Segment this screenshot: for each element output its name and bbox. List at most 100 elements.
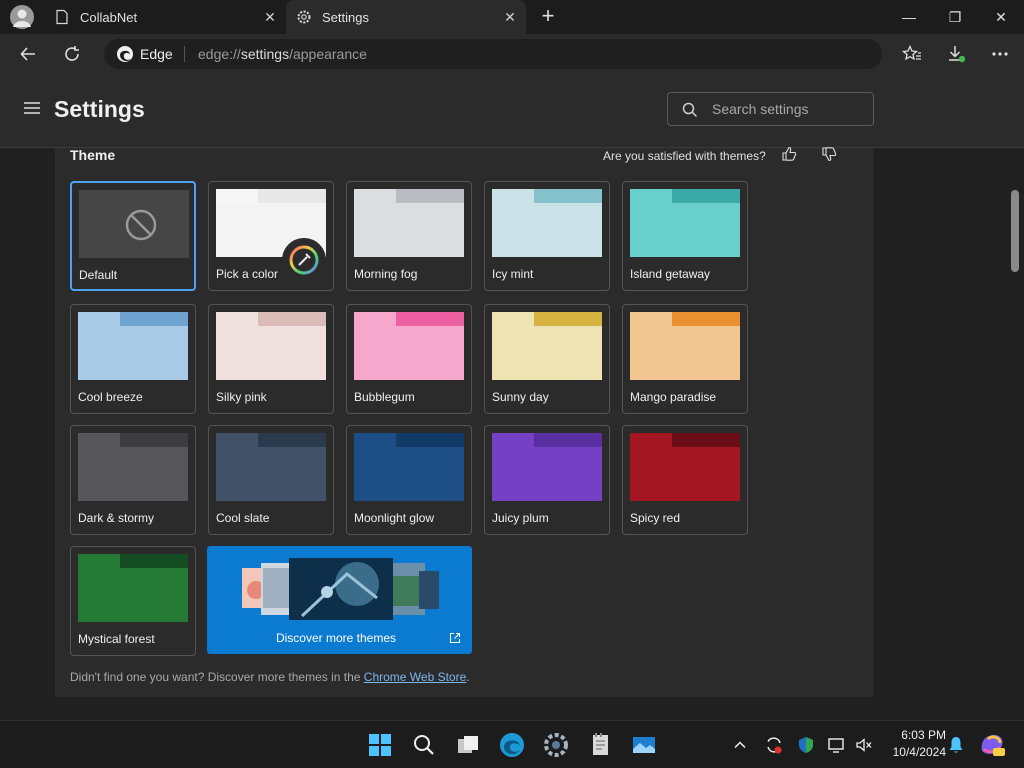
theme-tile[interactable]: Icy mint: [484, 181, 610, 291]
search-input[interactable]: [712, 101, 862, 117]
search-taskbar-icon[interactable]: [408, 729, 440, 761]
theme-tile[interactable]: Cool slate: [208, 425, 334, 535]
thumbs-up-icon[interactable]: [781, 146, 797, 162]
preview-tab: [79, 190, 121, 204]
minimize-button[interactable]: —: [886, 0, 932, 34]
theme-tile[interactable]: Mystical forest: [70, 546, 196, 656]
theme-label: Spicy red: [630, 511, 681, 525]
settings-taskbar-icon[interactable]: [540, 729, 572, 761]
theme-tile[interactable]: Silky pink: [208, 304, 334, 414]
theme-tile[interactable]: Default: [70, 181, 196, 291]
chevron-up-icon[interactable]: [732, 737, 748, 753]
maximize-button[interactable]: ❐: [932, 0, 978, 34]
theme-label: Silky pink: [216, 390, 267, 404]
theme-tile[interactable]: Mango paradise: [622, 304, 748, 414]
discover-more-themes-tile[interactable]: Discover more themes: [207, 546, 472, 654]
close-tab-icon[interactable]: ✕: [502, 9, 518, 25]
edge-label: Edge: [140, 46, 173, 62]
address-bar[interactable]: Edge edge://settings/appearance: [104, 39, 882, 69]
preview-tab: [492, 189, 534, 203]
favorites-icon: [901, 44, 921, 61]
edge-taskbar-icon[interactable]: [496, 729, 528, 761]
clock-date[interactable]: 10/4/2024: [880, 745, 946, 759]
tab-settings[interactable]: Settings ✕: [286, 0, 526, 34]
theme-tile[interactable]: Bubblegum: [346, 304, 472, 414]
color-picker-icon[interactable]: [281, 237, 327, 283]
theme-tile[interactable]: Dark & stormy: [70, 425, 196, 535]
close-window-button[interactable]: ✕: [978, 0, 1024, 34]
preview-tab: [354, 312, 396, 326]
preview-body: [492, 447, 602, 501]
windows-start-icon[interactable]: [364, 729, 396, 761]
theme-label: Default: [79, 268, 118, 282]
address-divider: [184, 46, 185, 62]
theme-label: Cool breeze: [78, 390, 143, 404]
theme-tile[interactable]: Spicy red: [622, 425, 748, 535]
arrow-left-icon: [20, 47, 35, 61]
theme-label: Pick a color: [216, 267, 279, 281]
tab-title: CollabNet: [80, 9, 138, 25]
theme-tile[interactable]: Island getaway: [622, 181, 748, 291]
theme-label: Moonlight glow: [354, 511, 435, 525]
preview-body: [630, 447, 740, 501]
new-tab-button[interactable]: +: [536, 4, 560, 28]
photos-taskbar-icon[interactable]: [628, 729, 660, 761]
preview-body: [78, 568, 188, 622]
favorites-button[interactable]: [896, 38, 928, 70]
page-scrollbar[interactable]: [1011, 190, 1019, 272]
theme-preview: [78, 554, 188, 622]
tab-collabnet[interactable]: CollabNet ✕: [44, 0, 286, 34]
notepad-taskbar-icon[interactable]: [584, 729, 616, 761]
preview-tab: [216, 312, 258, 326]
url-host: settings: [240, 46, 290, 62]
theme-tile[interactable]: Juicy plum: [484, 425, 610, 535]
refresh-button[interactable]: [56, 38, 88, 70]
theme-tile[interactable]: Moonlight glow: [346, 425, 472, 535]
url-text: edge://settings/appearance: [198, 46, 367, 62]
preview-tab: [354, 433, 396, 447]
theme-preview: [354, 189, 464, 257]
sync-icon[interactable]: [764, 735, 784, 755]
theme-tile[interactable]: Cool breeze: [70, 304, 196, 414]
chrome-web-store-link[interactable]: Chrome Web Store: [364, 670, 467, 684]
notification-bell-icon[interactable]: [947, 735, 965, 755]
clock-time[interactable]: 6:03 PM: [886, 728, 946, 742]
theme-preview: [630, 312, 740, 380]
edge-logo-icon: [117, 46, 133, 62]
page-icon: [56, 9, 68, 25]
theme-tile[interactable]: Morning fog: [346, 181, 472, 291]
theme-label: Juicy plum: [492, 511, 549, 525]
security-shield-icon[interactable]: [796, 735, 816, 755]
copilot-icon[interactable]: [978, 731, 1006, 759]
page-title: Settings: [54, 96, 145, 122]
thumbs-down-icon[interactable]: [821, 146, 837, 162]
theme-label: Bubblegum: [354, 390, 415, 404]
open-external-icon: [449, 632, 461, 644]
display-icon[interactable]: [826, 735, 846, 755]
refresh-icon: [65, 46, 79, 61]
preview-body: [78, 326, 188, 380]
hamburger-menu-icon[interactable]: [22, 98, 42, 118]
download-icon: [949, 46, 966, 63]
more-menu-button[interactable]: [984, 38, 1016, 70]
theme-label: Morning fog: [354, 267, 418, 281]
preview-body: [354, 447, 464, 501]
search-settings-box[interactable]: [667, 92, 874, 126]
close-tab-icon[interactable]: ✕: [262, 9, 278, 25]
theme-card: Theme Are you satisfied with themes? Def…: [55, 146, 874, 697]
volume-muted-icon[interactable]: [854, 735, 874, 755]
theme-preview: [630, 189, 740, 257]
preview-body: [216, 326, 326, 380]
theme-tile[interactable]: Pick a color: [208, 181, 334, 291]
profile-avatar[interactable]: [10, 5, 34, 29]
task-view-icon[interactable]: [452, 729, 484, 761]
feedback-question: Are you satisfied with themes?: [603, 149, 766, 163]
downloads-button[interactable]: [940, 38, 972, 70]
theme-label: Cool slate: [216, 511, 270, 525]
theme-tile[interactable]: Sunny day: [484, 304, 610, 414]
theme-preview: [216, 312, 326, 380]
url-scheme: edge://: [198, 46, 241, 62]
url-path: /appearance: [289, 46, 367, 62]
preview-tab: [216, 189, 258, 203]
back-button[interactable]: [12, 38, 44, 70]
